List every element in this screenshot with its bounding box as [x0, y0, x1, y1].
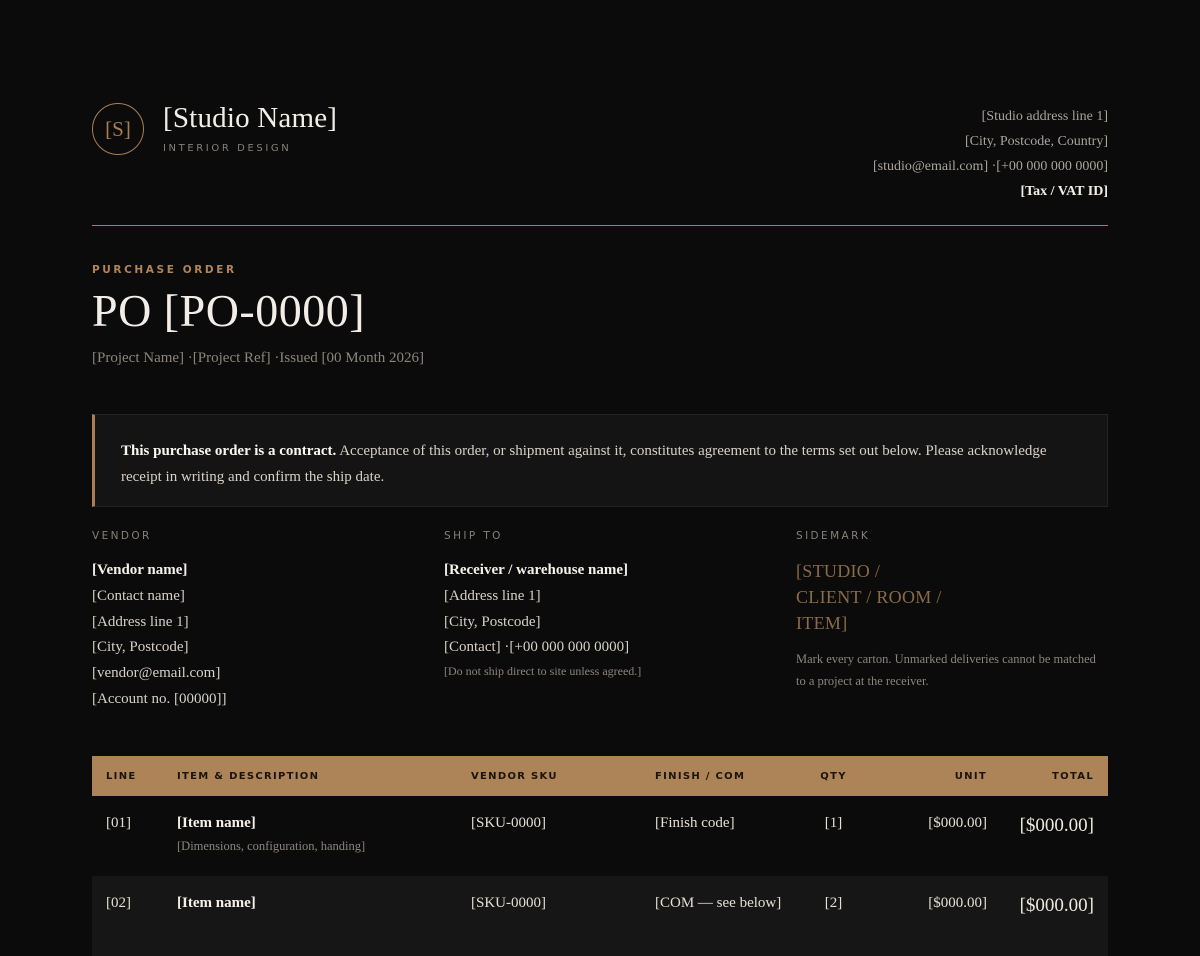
- row-finish: [Finish code]: [655, 815, 735, 831]
- studio-tagline: INTERIOR DESIGN: [163, 143, 292, 154]
- col-header-qty: QTY: [820, 770, 847, 782]
- sidemark-value: [STUDIO / CLIENT / ROOM / ITEM]: [796, 561, 942, 633]
- contract-notice-bold: This purchase order is a contract.: [121, 443, 337, 459]
- address-line-2: [City, Postcode, Country]: [965, 134, 1108, 149]
- row-item-cell: [Item name]: [163, 876, 457, 956]
- po-meta-line: [Project Name] ·[Project Ref] ·Issued [0…: [92, 350, 424, 366]
- col-header-unit: UNIT: [954, 770, 987, 782]
- header-divider: [92, 225, 1108, 226]
- ship-to-section: SHIP TO [Receiver / warehouse name] [Add…: [444, 530, 641, 679]
- row-item-name: [Item name]: [177, 815, 256, 831]
- po-number-title: PO [PO-0000]: [92, 285, 366, 336]
- col-header-finish: FINISH / COM: [655, 770, 746, 782]
- vendor-city: [City, Postcode]: [92, 639, 189, 656]
- row-qty: [1]: [824, 815, 843, 831]
- tax-id: [Tax / VAT ID]: [1020, 184, 1108, 199]
- row-item-cell: [Item name] [Dimensions, configuration, …: [163, 796, 457, 876]
- col-header-total: TOTAL: [1052, 770, 1094, 782]
- studio-logo: [S]: [92, 103, 144, 155]
- row-line-number: [02]: [106, 895, 131, 911]
- ship-to-heading: SHIP TO: [444, 530, 503, 542]
- purchase-order-page: [S] [Studio Name] INTERIOR DESIGN [Studi…: [0, 0, 1200, 956]
- vendor-address: [Address line 1]: [92, 613, 189, 630]
- sidemark-note: Mark every carton. Unmarked deliveries c…: [796, 652, 1096, 688]
- line-items-table: LINE ITEM & DESCRIPTION VENDOR SKU FINIS…: [92, 756, 1108, 956]
- row-item-description: [Dimensions, configuration, handing]: [177, 839, 366, 853]
- ship-to-note: [Do not ship direct to site unless agree…: [444, 664, 642, 679]
- vendor-name: [Vendor name]: [92, 562, 188, 578]
- table-row: [01] [Item name] [Dimensions, configurat…: [92, 796, 1108, 876]
- col-header-item: ITEM & DESCRIPTION: [177, 770, 320, 782]
- col-header-sku: VENDOR SKU: [471, 770, 558, 782]
- contract-notice: This purchase order is a contract. Accep…: [92, 414, 1108, 507]
- ship-to-contact: [Contact] ·[+00 000 000 0000]: [444, 639, 630, 656]
- vendor-email: [vendor@email.com]: [92, 665, 221, 682]
- row-line-number: [01]: [106, 815, 131, 831]
- row-total: [$000.00]: [1019, 815, 1094, 836]
- row-sku: [SKU-0000]: [471, 815, 546, 831]
- ship-to-address: [Address line 1]: [444, 587, 541, 604]
- address-line-1: [Studio address line 1]: [981, 109, 1108, 124]
- col-header-line: LINE: [106, 770, 137, 782]
- row-unit-price: [$000.00]: [928, 895, 987, 911]
- sidemark-heading: SIDEMARK: [796, 530, 871, 542]
- row-finish: [COM — see below]: [655, 895, 782, 911]
- ship-to-city: [City, Postcode]: [444, 613, 541, 630]
- logo-monogram: [S]: [105, 116, 131, 141]
- studio-address-block: [Studio address line 1] [City, Postcode,…: [873, 104, 1108, 204]
- ship-to-name: [Receiver / warehouse name]: [444, 562, 628, 578]
- document-type-label: PURCHASE ORDER: [92, 264, 237, 276]
- row-item-name: [Item name]: [177, 895, 256, 911]
- row-sku: [SKU-0000]: [471, 895, 546, 911]
- sidemark-section: SIDEMARK [STUDIO / CLIENT / ROOM / ITEM]…: [796, 530, 1096, 692]
- table-row: [02] [Item name] [SKU-0000] [COM — see b…: [92, 876, 1108, 956]
- vendor-contact: [Contact name]: [92, 587, 185, 604]
- contact-line: [studio@email.com] ·[+00 000 000 0000]: [872, 159, 1108, 174]
- vendor-heading: VENDOR: [92, 530, 152, 542]
- table-header: LINE ITEM & DESCRIPTION VENDOR SKU FINIS…: [92, 756, 1108, 796]
- vendor-account: [Account no. [00000]]: [92, 690, 227, 707]
- studio-name: [Studio Name]: [163, 102, 338, 134]
- row-total: [$000.00]: [1019, 895, 1094, 916]
- vendor-section: VENDOR [Vendor name] [Contact name] [Add…: [92, 530, 227, 713]
- row-qty: [2]: [824, 895, 843, 911]
- row-unit-price: [$000.00]: [928, 815, 987, 831]
